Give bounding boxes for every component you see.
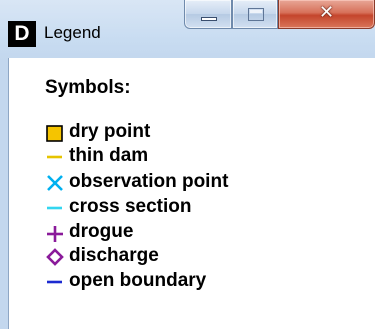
legend-item: observation point bbox=[0, 172, 375, 192]
legend-item-label: open boundary bbox=[69, 270, 207, 291]
legend-item: dry point bbox=[0, 122, 375, 142]
close-button[interactable]: ✕ bbox=[278, 0, 375, 29]
dash-icon bbox=[47, 155, 62, 159]
legend-item-label: discharge bbox=[69, 245, 159, 266]
plus-icon bbox=[47, 226, 63, 242]
legend-item: open boundary bbox=[0, 271, 375, 291]
legend-item-label: drogue bbox=[69, 221, 134, 242]
legend-item-label: dry point bbox=[69, 121, 151, 142]
minimize-button[interactable] bbox=[184, 0, 232, 29]
square-icon bbox=[46, 125, 63, 142]
symbols-heading: Symbols: bbox=[45, 77, 131, 98]
legend-item: drogue bbox=[0, 222, 375, 242]
legend-item-label: thin dam bbox=[69, 145, 149, 166]
app-icon[interactable]: D bbox=[8, 21, 36, 47]
legend-item-label: observation point bbox=[69, 171, 229, 192]
legend-item: thin dam bbox=[0, 146, 375, 166]
legend-item-label: cross section bbox=[69, 196, 192, 217]
x-mark-icon bbox=[47, 175, 63, 191]
diamond-icon bbox=[46, 248, 64, 266]
legend-item: cross section bbox=[0, 197, 375, 217]
dash-icon bbox=[47, 206, 62, 210]
maximize-icon bbox=[233, 0, 277, 28]
dash-icon bbox=[47, 280, 62, 284]
close-icon: ✕ bbox=[318, 2, 335, 23]
legend-window: D Legend ✕ Symbols: dry point thin dam obs… bbox=[0, 0, 375, 329]
maximize-button[interactable] bbox=[232, 0, 278, 29]
title-bar[interactable]: D Legend ✕ bbox=[0, 0, 375, 58]
minimize-icon bbox=[185, 0, 231, 28]
window-title: Legend bbox=[44, 23, 101, 42]
legend-item: discharge bbox=[0, 246, 375, 266]
